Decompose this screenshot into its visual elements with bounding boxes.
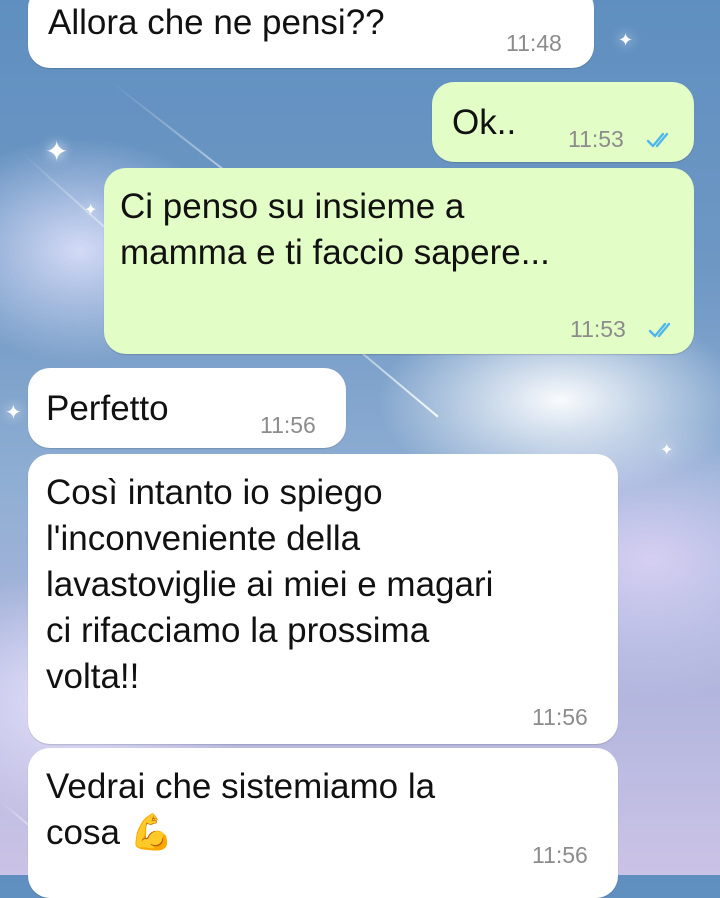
message-text: Così intanto io spiego l'inconveniente d… — [46, 473, 494, 696]
message-timestamp: 11:53 — [570, 316, 626, 342]
message-timestamp: 11:56 — [532, 842, 588, 868]
flexed-biceps-emoji: 💪 — [129, 813, 174, 852]
message-bubble-incoming[interactable]: Allora che ne pensi?? 11:48 — [28, 0, 594, 68]
message-text: Ci penso su insieme a mamma e ti faccio … — [120, 187, 550, 272]
message-text: Perfetto — [46, 389, 169, 428]
read-double-check-icon — [646, 132, 669, 148]
read-double-check-icon — [648, 322, 671, 338]
star-sparkle-icon: ✦ — [618, 30, 634, 50]
message-bubble-incoming[interactable]: Perfetto 11:56 — [28, 368, 346, 448]
message-text: Allora che ne pensi?? — [48, 3, 385, 42]
message-bubble-outgoing[interactable]: Ok.. 11:53 — [432, 82, 694, 162]
star-sparkle-icon: ✦ — [84, 202, 98, 219]
message-text: Ok.. — [452, 103, 517, 142]
message-timestamp: 11:56 — [260, 412, 316, 438]
message-text-content: Vedrai che sistemiamo la cosa — [46, 767, 436, 852]
message-bubble-incoming[interactable]: Così intanto io spiego l'inconveniente d… — [28, 454, 618, 744]
message-text: Vedrai che sistemiamo la cosa 💪 — [46, 764, 435, 856]
star-sparkle-icon: ✦ — [660, 442, 674, 459]
message-timestamp: 11:48 — [506, 30, 562, 56]
message-bubble-incoming[interactable]: Vedrai che sistemiamo la cosa 💪 11:56 — [28, 748, 618, 898]
message-bubble-outgoing[interactable]: Ci penso su insieme a mamma e ti faccio … — [104, 168, 694, 354]
star-sparkle-icon: ✦ — [5, 402, 22, 424]
star-sparkle-icon: ✦ — [45, 136, 69, 167]
message-timestamp: 11:56 — [532, 704, 588, 730]
message-timestamp: 11:53 — [568, 126, 624, 152]
